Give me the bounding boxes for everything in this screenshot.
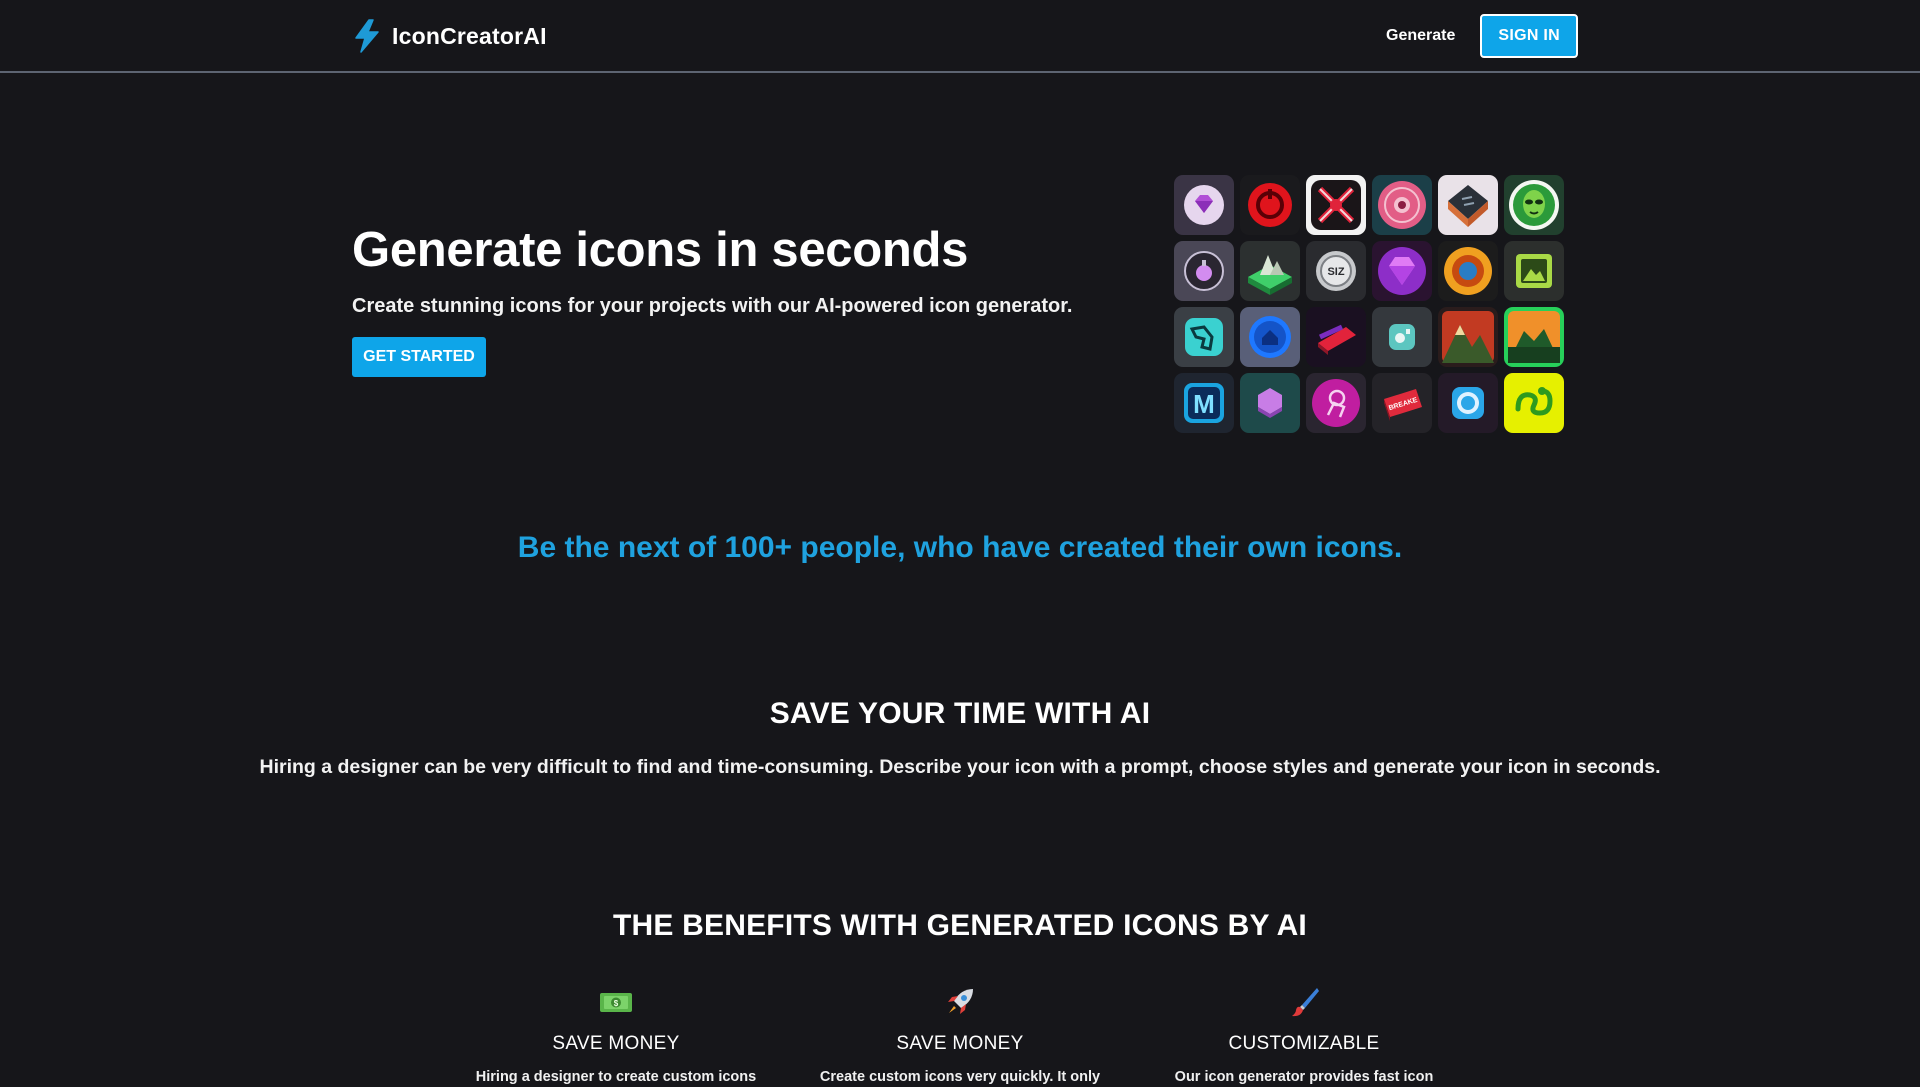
green-snake-icon (1504, 373, 1564, 433)
benefits-list: $ SAVE MONEY Hiring a designer to create… (0, 985, 1920, 1085)
green-island-icon (1240, 241, 1300, 301)
red-ticket-icon: BREAKE (1372, 373, 1432, 433)
benefit-title: CUSTOMIZABLE (1228, 1033, 1380, 1054)
letter-m-icon: M (1174, 373, 1234, 433)
top-navbar: IconCreatorAI Generate SIGN IN (0, 0, 1920, 73)
alien-head-icon (1504, 175, 1564, 235)
svg-text:SIZ: SIZ (1327, 266, 1344, 278)
blue-home-icon (1240, 307, 1300, 367)
brand-logo-link[interactable]: IconCreatorAI (352, 18, 547, 54)
blue-lens-icon (1438, 373, 1498, 433)
volcano-icon (1504, 307, 1564, 367)
coin-siz-icon: SIZ (1306, 241, 1366, 301)
crossed-blades-icon (1306, 175, 1366, 235)
teal-camera-icon (1372, 307, 1432, 367)
svg-text:M: M (1193, 389, 1215, 419)
social-proof-tagline: Be the next of 100+ people, who have cre… (517, 531, 1403, 564)
benefit-card: SAVE MONEY Create custom icons very quic… (800, 985, 1120, 1087)
benefit-card: CUSTOMIZABLE Our icon generator provides… (1144, 985, 1464, 1087)
dark-cube-icon (1438, 175, 1498, 235)
nav-link-generate[interactable]: Generate (1386, 27, 1455, 45)
benefit-description: Create custom icons very quickly. It onl… (819, 1069, 1101, 1085)
landscape-frame-icon (1504, 241, 1564, 301)
nav-actions: Generate SIGN IN (1386, 14, 1579, 58)
money-icon: $ (600, 993, 632, 1012)
svg-text:$: $ (614, 999, 619, 1008)
save-time-description: Hiring a designer can be very difficult … (259, 756, 1661, 778)
icon-gallery: SIZ M BREAKE (1174, 175, 1564, 433)
brand-name: IconCreatorAI (392, 22, 547, 49)
sign-in-button[interactable]: SIGN IN (1480, 14, 1579, 58)
benefit-title: SAVE MONEY (896, 1033, 1024, 1054)
power-ring-icon (1240, 175, 1300, 235)
benefits-title: THE BENEFITS WITH GENERATED ICONS BY AI (613, 909, 1307, 942)
benefit-description: Our icon generator provides fast icon (1174, 1069, 1434, 1085)
paintbrush-icon (1292, 988, 1319, 1017)
save-time-title: SAVE YOUR TIME WITH AI (769, 697, 1151, 730)
teal-arm-icon (1174, 307, 1234, 367)
red-tilted-card-icon (1306, 307, 1366, 367)
get-started-button[interactable]: GET STARTED (352, 337, 486, 377)
hero-title: Generate icons in seconds (352, 223, 969, 277)
benefit-description: Hiring a designer to create custom icons (475, 1069, 757, 1085)
violet-hexagon-icon (1240, 373, 1300, 433)
benefit-card: $ SAVE MONEY Hiring a designer to create… (456, 985, 776, 1087)
benefit-title: SAVE MONEY (552, 1033, 680, 1054)
potion-orb-icon (1174, 241, 1234, 301)
pink-badge-icon (1372, 175, 1432, 235)
purple-gem-icon (1372, 241, 1432, 301)
lightning-bolt-icon (355, 19, 379, 53)
hero-subtitle: Create stunning icons for your projects … (352, 295, 1073, 317)
rocket-icon (948, 989, 973, 1014)
magenta-astronaut-icon (1306, 373, 1366, 433)
mountain-sunset-icon (1438, 307, 1498, 367)
gold-medal-icon (1438, 241, 1498, 301)
gem-icon (1174, 175, 1234, 235)
